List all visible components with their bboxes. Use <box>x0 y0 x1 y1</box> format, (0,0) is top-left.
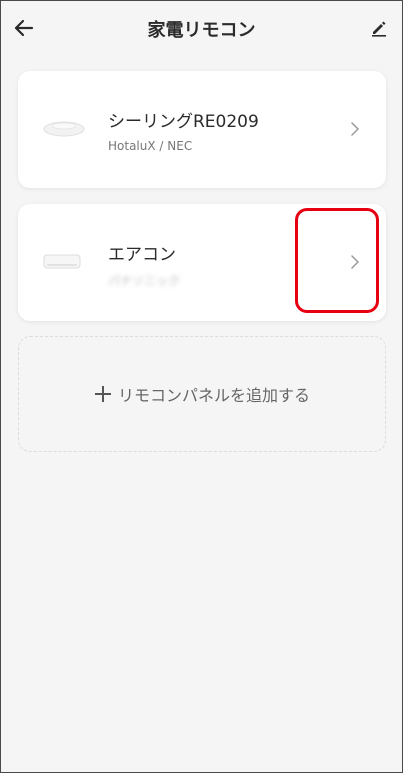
device-name: シーリングRE0209 <box>108 112 259 132</box>
pencil-icon <box>372 21 386 37</box>
remote-control-screen: 家電リモコン シーリングRE0209 HotaluX / NEC エアコン パナ… <box>0 0 403 773</box>
ceiling-light-icon <box>43 121 85 137</box>
device-maker-blurred: パナソニック <box>108 274 181 288</box>
device-maker: HotaluX / NEC <box>108 139 193 153</box>
edit-button[interactable] <box>366 15 392 41</box>
plus-icon <box>94 385 112 403</box>
add-remote-panel-button[interactable]: リモコンパネルを追加する <box>18 336 386 452</box>
page-title: 家電リモコン <box>147 20 256 41</box>
device-name: エアコン <box>108 245 176 265</box>
chevron-right-icon <box>351 122 359 136</box>
device-card-air-conditioner[interactable]: エアコン パナソニック <box>18 204 386 321</box>
air-conditioner-icon <box>43 254 81 269</box>
device-card-ceiling-light[interactable]: シーリングRE0209 HotaluX / NEC <box>18 71 386 188</box>
chevron-right-icon <box>351 255 359 269</box>
top-bar: 家電リモコン <box>1 1 402 57</box>
add-panel-label: リモコンパネルを追加する <box>117 386 310 405</box>
